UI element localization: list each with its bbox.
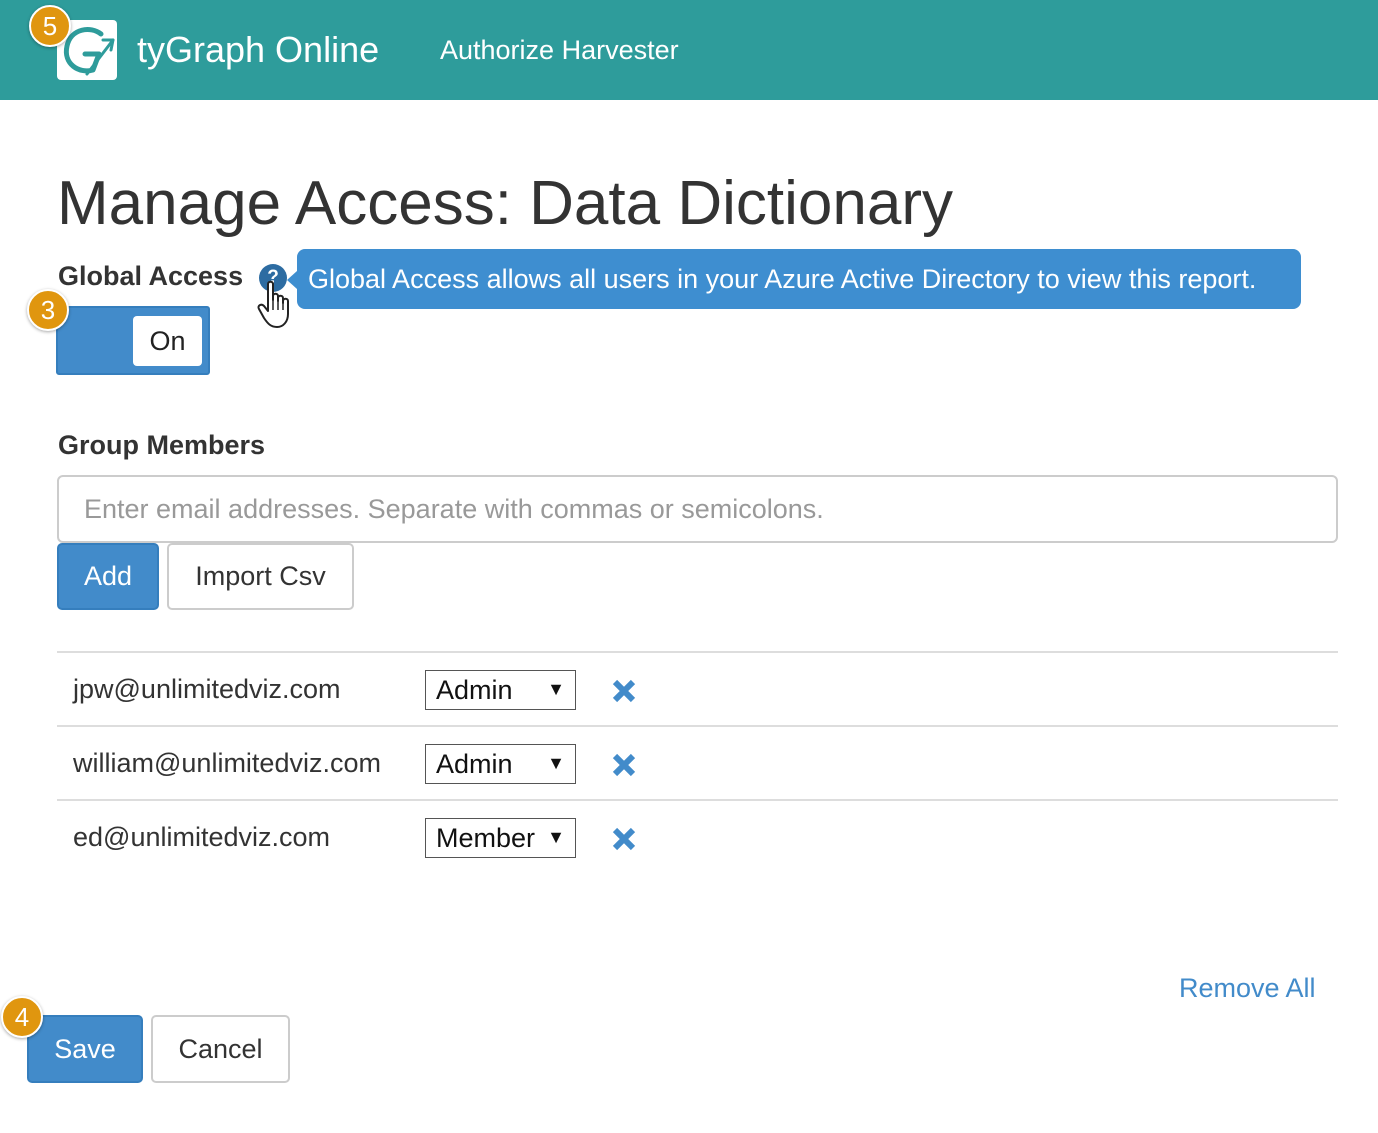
cancel-button[interactable]: Cancel — [151, 1015, 290, 1083]
role-select[interactable]: Admin ▼ — [425, 744, 576, 784]
member-email: jpw@unlimitedviz.com — [73, 674, 341, 704]
role-value: Admin — [436, 749, 513, 779]
role-value: Member — [436, 823, 536, 853]
members-table: jpw@unlimitedviz.com Admin ▼ william@unl… — [57, 651, 1338, 873]
nav-link-authorize-harvester[interactable]: Authorize Harvester — [440, 33, 679, 67]
close-x-icon[interactable] — [608, 675, 640, 707]
chevron-down-icon: ▼ — [547, 753, 565, 773]
table-row: jpw@unlimitedviz.com Admin ▼ — [57, 651, 1338, 725]
remove-all-link[interactable]: Remove All — [1179, 970, 1316, 1006]
group-members-label: Group Members — [58, 430, 266, 460]
close-x-icon[interactable] — [608, 749, 640, 781]
brand-name[interactable]: tyGraph Online — [137, 28, 379, 72]
step-badge-3: 3 — [27, 289, 69, 331]
role-select[interactable]: Member ▼ — [425, 818, 576, 858]
chevron-down-icon: ▼ — [547, 679, 565, 699]
table-row: william@unlimitedviz.com Admin ▼ — [57, 725, 1338, 799]
global-access-tooltip: Global Access allows all users in your A… — [287, 249, 1301, 309]
member-email: ed@unlimitedviz.com — [73, 822, 331, 852]
top-navbar: tyGraph Online Authorize Harvester — [0, 0, 1378, 100]
toggle-state-label: On — [133, 316, 202, 366]
hand-pointer-cursor-icon — [257, 280, 289, 328]
import-csv-button[interactable]: Import Csv — [167, 543, 354, 610]
role-select[interactable]: Admin ▼ — [425, 670, 576, 710]
add-button[interactable]: Add — [57, 543, 159, 610]
email-addresses-input[interactable] — [57, 475, 1338, 543]
page-title: Manage Access: Data Dictionary — [57, 169, 953, 238]
global-access-label: Global Access — [58, 261, 244, 291]
global-access-toggle[interactable]: On — [56, 306, 210, 375]
chevron-down-icon: ▼ — [547, 827, 565, 847]
step-badge-5: 5 — [29, 5, 71, 47]
step-badge-4: 4 — [1, 996, 43, 1038]
role-value: Admin — [436, 675, 513, 705]
save-button[interactable]: Save — [27, 1015, 143, 1083]
member-email: william@unlimitedviz.com — [73, 748, 381, 778]
table-row: ed@unlimitedviz.com Member ▼ — [57, 799, 1338, 873]
close-x-icon[interactable] — [608, 823, 640, 855]
